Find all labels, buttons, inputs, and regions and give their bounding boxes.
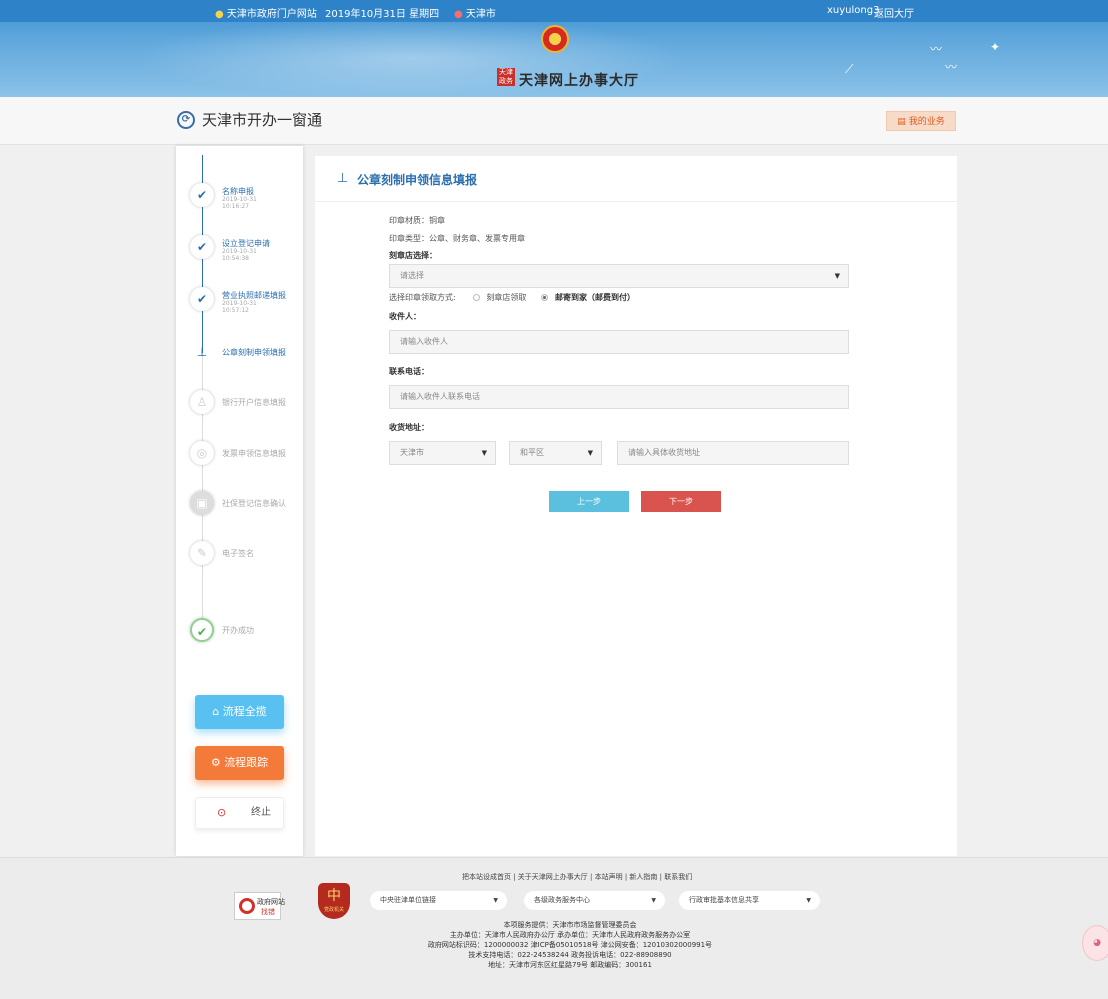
- chevron-down-icon: ▼: [481, 449, 487, 457]
- receiver-input[interactable]: 请输入收件人: [389, 330, 849, 354]
- bird-icon: ⟋: [845, 62, 854, 76]
- top-info-bar: ● 天津市政府门户网站 2019年10月31日 星期四 ● 天津市 xuyulo…: [0, 0, 1108, 22]
- phone-input[interactable]: 请输入收件人联系电话: [389, 385, 849, 409]
- tracking-icon: ⚙: [210, 756, 221, 769]
- check-icon: ✔: [190, 235, 214, 259]
- house-icon: ⌂: [212, 705, 220, 718]
- party-government-badge[interactable]: 中 党政机关: [318, 883, 350, 919]
- service-centers-select[interactable]: 各级政务服务中心 ▼: [524, 891, 665, 910]
- magnifier-icon: [239, 898, 255, 914]
- chevron-down-icon: ▼: [834, 272, 840, 280]
- check-icon: ✔: [190, 287, 214, 311]
- seal-material: 印章材质：铜章: [389, 216, 445, 225]
- stamp-icon: ⊥: [196, 345, 208, 359]
- username[interactable]: xuyulong3: [827, 5, 879, 16]
- check-icon: ✔: [190, 183, 214, 207]
- emblem-icon: 中: [327, 888, 341, 904]
- footer-links[interactable]: 把本站设成首页 | 关于天津网上办事大厅 | 本站声明 | 新人指南 | 联系我…: [462, 872, 692, 882]
- national-emblem-icon: [541, 25, 569, 53]
- step-social-security[interactable]: ▣ 社保登记信息确认: [190, 491, 310, 521]
- back-to-hall-link[interactable]: 返回大厅: [874, 5, 914, 20]
- step-success[interactable]: ✔ 开办成功: [190, 618, 310, 648]
- step-name-application[interactable]: ✔ 名称申报 2019-10-31 10:16:27: [190, 183, 310, 213]
- radio-mail-delivery[interactable]: [541, 294, 549, 301]
- form-header: ⊥ 公章刻制申领信息填报: [315, 156, 957, 202]
- bank-user-icon: ♙: [190, 390, 214, 414]
- stamp-icon: ⊥: [337, 171, 349, 186]
- pen-icon: ✎: [190, 541, 214, 565]
- portal-link[interactable]: ● 天津市政府门户网站: [215, 5, 317, 20]
- step-bank-account[interactable]: ♙ 银行开户信息填报: [190, 390, 310, 420]
- step-invoice[interactable]: ◎ 发票申领信息填报: [190, 441, 310, 471]
- central-units-select[interactable]: 中央驻津单位链接 ▼: [370, 891, 507, 910]
- next-step-button[interactable]: 下一步: [641, 491, 721, 512]
- shop-label: 刻章店选择：: [389, 251, 437, 260]
- gov-portal-icon: ●: [215, 9, 224, 20]
- bird-icon: 〰: [930, 42, 943, 56]
- shop-select[interactable]: 请选择 ▼: [389, 264, 849, 288]
- step-registration[interactable]: ✔ 设立登记申请 2019-10-31 10:54:38: [190, 235, 310, 265]
- seal-types: 印章类型：公章、财务章、发票专用章: [389, 234, 525, 243]
- terminate-button[interactable]: ⊙ 终止: [195, 797, 284, 829]
- hall-title: 天津网上办事大厅: [519, 73, 639, 89]
- site-banner: ● 天津市政府门户网站 2019年10月31日 星期四 ● 天津市 xuyulo…: [0, 0, 1108, 97]
- pig-mascot-icon[interactable]: ◕: [1082, 925, 1108, 961]
- footer-info: 本项服务提供：天津市市场监督管理委员会 主办单位：天津市人民政府办公厅 承办单位…: [427, 921, 713, 969]
- form-panel: ⊥ 公章刻制申领信息填报 印章材质：铜章 印章类型：公章、财务章、发票专用章 刻…: [315, 156, 957, 856]
- phone-label: 联系电话：: [389, 367, 429, 376]
- invoice-icon: ◎: [190, 441, 214, 465]
- one-window-logo-icon: ⟳: [177, 111, 195, 129]
- bird-icon: 〰: [945, 60, 958, 74]
- city-select[interactable]: 天津市 ▼: [389, 441, 496, 465]
- gov-site-error-badge[interactable]: 政府网站 找错: [234, 892, 285, 920]
- address-label: 收货地址：: [389, 423, 429, 432]
- chevron-down-icon: ▼: [493, 897, 498, 904]
- page-title: 天津市开办一窗通: [202, 111, 323, 129]
- success-check-icon: ✔: [190, 618, 214, 642]
- social-security-icon: ▣: [190, 491, 214, 515]
- pickup-method: 选择印章领取方式: 刻章店领取 邮寄到家（邮费到付）: [389, 293, 635, 302]
- prev-step-button[interactable]: 上一步: [549, 491, 629, 512]
- receiver-label: 收件人：: [389, 312, 421, 321]
- hall-logo-icon: 天津政务: [497, 68, 515, 86]
- district-select[interactable]: 和平区 ▼: [509, 441, 602, 465]
- chevron-down-icon: ▼: [806, 897, 811, 904]
- address-input[interactable]: 请输入具体收货地址: [617, 441, 849, 465]
- book-icon: ▤: [897, 117, 906, 127]
- chevron-down-icon: ▼: [587, 449, 593, 457]
- step-seal-engraving[interactable]: ⊥ 公章刻制申领填报: [190, 340, 310, 370]
- my-business-button[interactable]: ▤ 我的业务: [886, 111, 956, 131]
- stop-icon: ⊙: [217, 806, 227, 819]
- chevron-down-icon: ▼: [651, 897, 656, 904]
- step-license-mailing[interactable]: ✔ 营业执照邮递填报 2019-10-31 10:57:12: [190, 287, 310, 317]
- form-title: 公章刻制申领信息填报: [357, 173, 478, 187]
- step-e-signature[interactable]: ✎ 电子签名: [190, 541, 310, 571]
- bird-icon: ✦: [990, 40, 1001, 54]
- process-overview-button[interactable]: ⌂ 流程全揽: [195, 695, 284, 729]
- process-tracking-button[interactable]: ⚙ 流程跟踪: [195, 746, 284, 780]
- approval-info-select[interactable]: 行政审批基本信息共享 ▼: [679, 891, 820, 910]
- radio-shop-pickup[interactable]: [472, 294, 480, 301]
